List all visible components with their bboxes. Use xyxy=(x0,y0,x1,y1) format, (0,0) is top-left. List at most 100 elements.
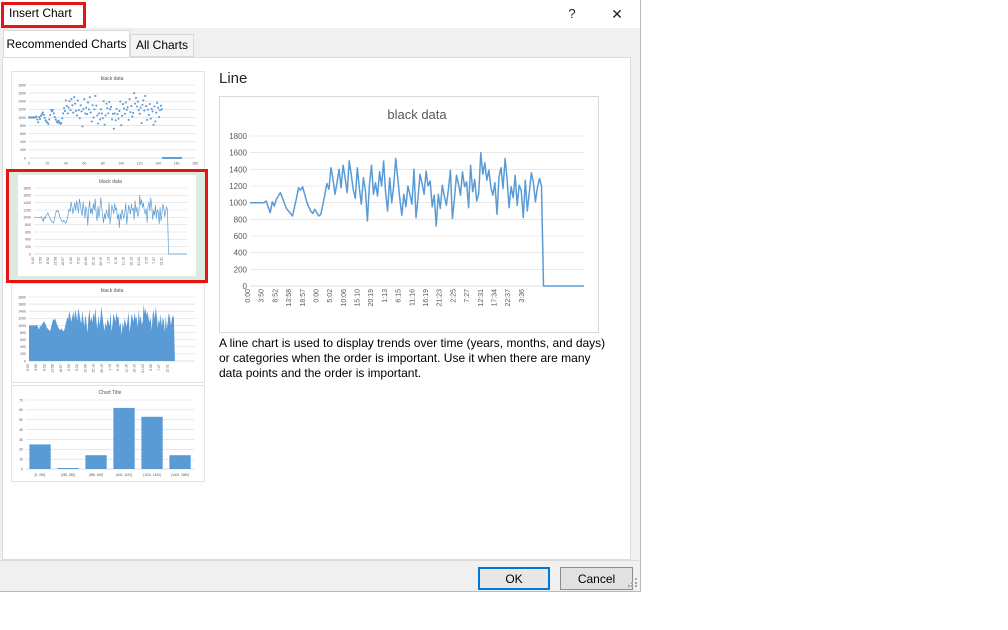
svg-text:80: 80 xyxy=(101,162,105,166)
svg-text:1400: 1400 xyxy=(23,201,31,205)
svg-text:600: 600 xyxy=(20,338,26,342)
svg-text:1600: 1600 xyxy=(23,194,31,198)
svg-text:1000: 1000 xyxy=(18,324,26,328)
svg-text:120: 120 xyxy=(137,162,143,166)
svg-text:0: 0 xyxy=(24,359,26,363)
tab-recommended-charts[interactable]: Recommended Charts xyxy=(3,30,130,57)
svg-text:15:10: 15:10 xyxy=(92,364,96,373)
svg-text:(1400, 1680]: (1400, 1680] xyxy=(171,473,189,477)
preview-chart-type-heading: Line xyxy=(219,70,247,87)
svg-text:1400: 1400 xyxy=(18,310,26,314)
svg-text:12:31: 12:31 xyxy=(478,289,485,307)
svg-text:0:00: 0:00 xyxy=(69,257,73,264)
svg-text:Chart Title: Chart Title xyxy=(99,390,122,396)
resize-grip[interactable] xyxy=(628,578,637,587)
svg-text:600: 600 xyxy=(25,230,31,234)
dialog-title: Insert Chart xyxy=(9,6,72,20)
close-icon[interactable]: ✕ xyxy=(601,3,633,25)
svg-text:black data: black data xyxy=(101,288,124,294)
svg-text:21:23: 21:23 xyxy=(437,289,444,307)
svg-text:20:19: 20:19 xyxy=(100,364,104,373)
svg-text:5:02: 5:02 xyxy=(75,364,79,371)
svg-text:1400: 1400 xyxy=(18,100,26,104)
area-thumbnail-chart: 020040060080010001200140016001800black d… xyxy=(12,284,204,382)
svg-text:13:58: 13:58 xyxy=(286,289,293,307)
dialog-titlebar: Insert Chart ? ✕ xyxy=(0,0,640,28)
svg-text:50: 50 xyxy=(19,418,23,422)
svg-text:1800: 1800 xyxy=(229,132,247,141)
svg-text:1800: 1800 xyxy=(18,295,26,299)
svg-text:6:15: 6:15 xyxy=(114,257,118,264)
svg-text:800: 800 xyxy=(25,223,31,227)
svg-text:160: 160 xyxy=(174,162,180,166)
svg-text:800: 800 xyxy=(234,215,248,224)
svg-text:(560, 840]: (560, 840] xyxy=(89,473,103,477)
svg-text:10:06: 10:06 xyxy=(341,289,348,307)
chart-type-description: A line chart is used to display trends o… xyxy=(219,336,617,381)
tab-strip: Recommended Charts All Charts xyxy=(0,28,640,57)
svg-text:1:13: 1:13 xyxy=(107,257,111,264)
svg-text:21:23: 21:23 xyxy=(137,257,141,266)
svg-text:8:52: 8:52 xyxy=(272,289,279,303)
svg-text:6:15: 6:15 xyxy=(116,364,120,371)
svg-text:11:16: 11:16 xyxy=(124,364,128,373)
svg-text:13:58: 13:58 xyxy=(51,364,55,373)
svg-text:200: 200 xyxy=(20,148,26,152)
line-thumbnail-chart: 020040060080010001200140016001800black d… xyxy=(18,175,196,276)
svg-text:60: 60 xyxy=(19,408,23,412)
svg-text:12:31: 12:31 xyxy=(165,364,169,373)
svg-text:200: 200 xyxy=(234,265,248,274)
svg-text:black data: black data xyxy=(101,76,124,82)
svg-text:20: 20 xyxy=(45,162,49,166)
svg-text:8:52: 8:52 xyxy=(46,257,50,264)
svg-text:30: 30 xyxy=(19,438,23,442)
svg-text:400: 400 xyxy=(234,249,248,258)
svg-text:1800: 1800 xyxy=(23,186,31,190)
tab-all-charts[interactable]: All Charts xyxy=(130,34,194,57)
svg-text:8:52: 8:52 xyxy=(42,364,46,371)
svg-text:3:50: 3:50 xyxy=(259,289,266,303)
svg-text:180: 180 xyxy=(192,162,198,166)
svg-text:0: 0 xyxy=(21,467,23,471)
svg-text:10:06: 10:06 xyxy=(84,257,88,266)
chart-thumbnail-histogram[interactable]: 010203040506070Chart Title[0, 280](280, … xyxy=(11,385,205,482)
cancel-button[interactable]: Cancel xyxy=(560,567,633,590)
chart-preview: 020040060080010001200140016001800black d… xyxy=(219,96,599,333)
svg-text:1200: 1200 xyxy=(18,108,26,112)
svg-text:600: 600 xyxy=(20,132,26,136)
svg-text:0: 0 xyxy=(29,252,31,256)
svg-text:18:57: 18:57 xyxy=(59,364,63,373)
svg-text:(1120, 1400]: (1120, 1400] xyxy=(143,473,161,477)
svg-text:1600: 1600 xyxy=(229,149,247,158)
svg-text:0: 0 xyxy=(28,162,30,166)
svg-text:200: 200 xyxy=(20,352,26,356)
svg-text:21:23: 21:23 xyxy=(141,364,145,373)
ok-button[interactable]: OK xyxy=(478,567,550,590)
svg-text:1000: 1000 xyxy=(18,116,26,120)
svg-text:(840, 1120]: (840, 1120] xyxy=(116,473,132,477)
svg-text:13:58: 13:58 xyxy=(54,257,58,266)
svg-text:70: 70 xyxy=(19,398,23,402)
svg-text:400: 400 xyxy=(25,238,31,242)
chart-thumbnail-area[interactable]: 020040060080010001200140016001800black d… xyxy=(11,283,205,383)
svg-text:40: 40 xyxy=(64,162,68,166)
svg-text:3:50: 3:50 xyxy=(34,364,38,371)
svg-text:18:57: 18:57 xyxy=(61,257,65,266)
svg-text:7:27: 7:27 xyxy=(157,364,161,371)
svg-text:60: 60 xyxy=(82,162,86,166)
dialog-content-panel: 020040060080010001200140016001800black d… xyxy=(2,57,631,560)
svg-text:black data: black data xyxy=(387,107,447,122)
scatter-thumbnail-chart: 020040060080010001200140016001800black d… xyxy=(12,72,204,170)
svg-text:15:10: 15:10 xyxy=(91,257,95,266)
svg-text:16:19: 16:19 xyxy=(129,257,133,266)
svg-text:(280, 560]: (280, 560] xyxy=(61,473,75,477)
chart-thumbnail-scatter[interactable]: 020040060080010001200140016001800black d… xyxy=(11,71,205,171)
svg-text:17:34: 17:34 xyxy=(491,289,498,307)
svg-text:1600: 1600 xyxy=(18,302,26,306)
svg-text:22:37: 22:37 xyxy=(505,289,512,307)
svg-text:1:13: 1:13 xyxy=(382,289,389,303)
help-button[interactable]: ? xyxy=(556,3,588,25)
svg-text:12:31: 12:31 xyxy=(160,257,164,266)
svg-text:0:00: 0:00 xyxy=(313,289,320,303)
chart-thumbnail-line-selected[interactable]: 020040060080010001200140016001800black d… xyxy=(6,169,208,283)
